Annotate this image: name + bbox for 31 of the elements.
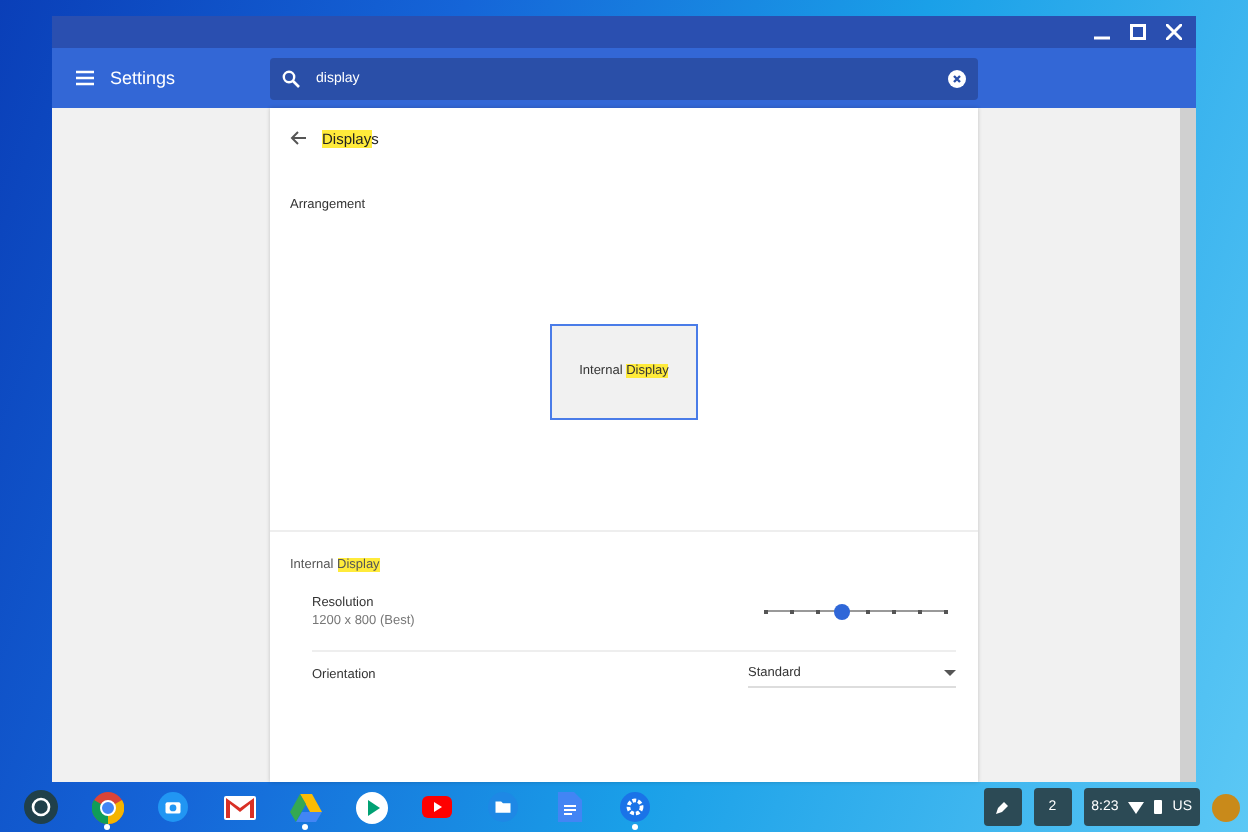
minimize-icon bbox=[1094, 36, 1110, 40]
slider-thumb[interactable] bbox=[833, 603, 850, 619]
maximize-icon bbox=[1130, 24, 1146, 40]
running-indicator bbox=[104, 824, 110, 830]
settings-icon bbox=[620, 792, 650, 822]
video-play-icon bbox=[422, 796, 452, 818]
stylus-button[interactable] bbox=[983, 788, 1022, 826]
triangle-icon bbox=[289, 793, 321, 821]
document-icon bbox=[557, 792, 581, 822]
camera-icon bbox=[158, 792, 188, 822]
back-arrow-icon[interactable] bbox=[290, 130, 306, 146]
wifi-icon bbox=[1128, 801, 1145, 813]
dropdown-caret-icon bbox=[944, 669, 956, 677]
pen-icon bbox=[994, 799, 1011, 815]
running-indicator bbox=[632, 824, 638, 830]
folder-icon bbox=[488, 792, 518, 822]
app-title: Settings bbox=[110, 68, 176, 88]
close-icon bbox=[1166, 24, 1182, 40]
battery-icon bbox=[1154, 800, 1163, 814]
close-button[interactable] bbox=[1160, 18, 1188, 46]
search-icon bbox=[282, 69, 300, 87]
resolution-slider[interactable] bbox=[764, 603, 944, 619]
circle-icon bbox=[24, 790, 58, 824]
running-indicator bbox=[302, 824, 308, 830]
menu-icon[interactable] bbox=[76, 70, 94, 86]
mail-icon bbox=[223, 795, 255, 819]
scrollbar[interactable] bbox=[1180, 108, 1196, 782]
maximize-button[interactable] bbox=[1124, 18, 1152, 46]
play-icon bbox=[355, 791, 387, 823]
clear-icon[interactable] bbox=[948, 69, 966, 87]
browser-icon bbox=[91, 791, 123, 823]
